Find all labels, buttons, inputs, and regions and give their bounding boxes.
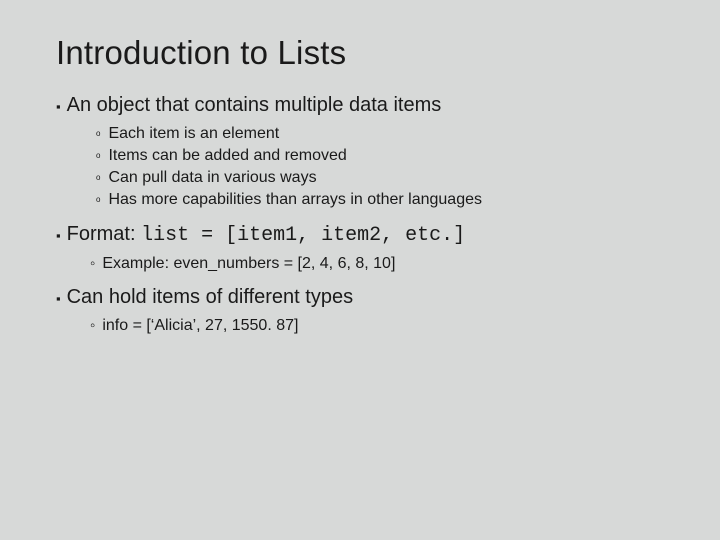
format-label: Format: [67,223,141,245]
bullet-level-2: o Each item is an element [96,125,664,144]
square-bullet-icon: ▪ [56,289,61,309]
ring-bullet-icon: ◦ [90,255,95,272]
circle-bullet-icon: o [96,126,100,142]
slide: Introduction to Lists ▪ An object that c… [0,0,720,540]
bullet-level-2: o Can pull data in various ways [96,169,664,188]
bullet-level-2: o Has more capabilities than arrays in o… [96,191,664,210]
slide-title: Introduction to Lists [56,34,664,72]
bullet-text: Has more capabilities than arrays in oth… [108,191,482,209]
bullet-text: Example: even_numbers = [2, 4, 6, 8, 10] [102,255,395,273]
bullet-text: Items can be added and removed [108,147,346,165]
bullet-text: Can pull data in various ways [108,169,316,187]
bullet-level-1: ▪ Can hold items of different types [56,286,664,309]
circle-bullet-icon: o [96,192,100,208]
bullet-text: An object that contains multiple data it… [67,94,442,117]
circle-bullet-icon: o [96,170,100,186]
square-bullet-icon: ▪ [56,226,61,246]
circle-bullet-icon: o [96,148,100,164]
bullet-level-2: o Items can be added and removed [96,147,664,166]
bullet-text: Can hold items of different types [67,286,353,309]
square-bullet-icon: ▪ [56,97,61,117]
bullet-level-2: ◦ Example: even_numbers = [2, 4, 6, 8, 1… [90,255,664,273]
ring-bullet-icon: ◦ [90,317,95,334]
bullet-level-1: ▪ Format: list = [item1, item2, etc.] [56,223,664,247]
bullet-level-2: ◦ info = [‘Alicia’, 27, 1550. 87] [90,317,664,335]
bullet-text: Format: list = [item1, item2, etc.] [67,223,466,247]
bullet-level-1: ▪ An object that contains multiple data … [56,94,664,117]
bullet-text: Each item is an element [108,125,279,143]
bullet-text: info = [‘Alicia’, 27, 1550. 87] [102,317,298,335]
code-snippet: list = [item1, item2, etc.] [141,224,465,247]
